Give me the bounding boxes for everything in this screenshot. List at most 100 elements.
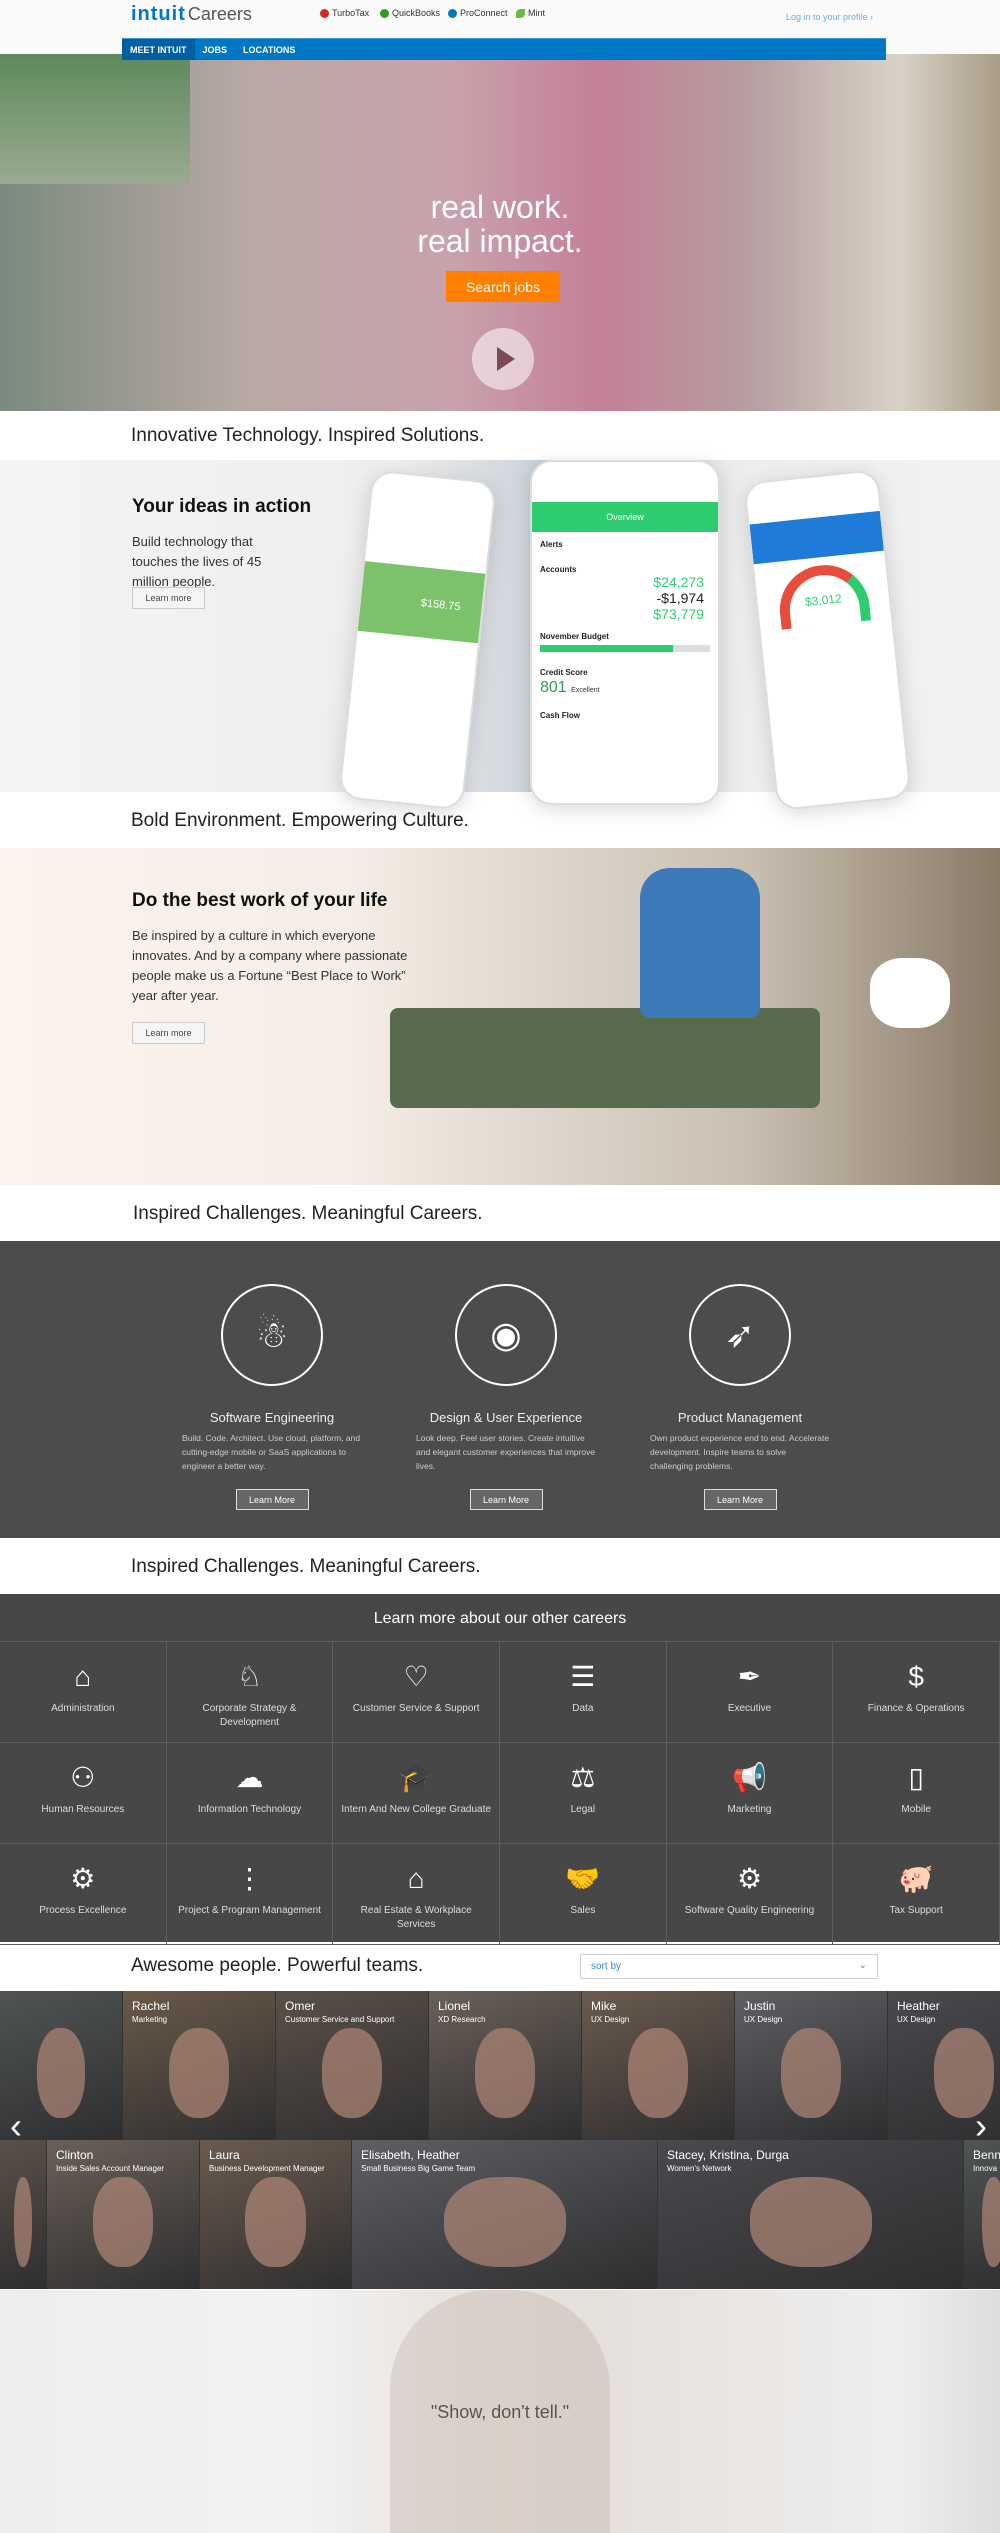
career-cell[interactable]: ♘ Corporate Strategy & Development — [166, 1642, 334, 1743]
person-tile[interactable]: Benn Innova — [964, 2140, 1000, 2289]
career-cell[interactable]: ☁ Information Technology — [166, 1743, 334, 1844]
heart-icon: ♡ — [403, 1661, 429, 1692]
sort-by-placeholder: sort by — [591, 1961, 622, 1972]
brand-mint[interactable]: Mint — [516, 8, 545, 18]
pen-nib-icon: ✒ — [737, 1661, 762, 1692]
person-photo — [92, 2177, 154, 2267]
search-jobs-button[interactable]: Search jobs — [446, 271, 560, 302]
career-cell-label: Customer Service & Support — [352, 1703, 480, 1714]
dollar-cycle-icon: $ — [908, 1661, 924, 1692]
software-engineering-learn-more-button[interactable]: Learn More — [235, 1489, 309, 1510]
career-cell[interactable]: ♡ Customer Service & Support — [333, 1642, 500, 1743]
person-tile[interactable]: Laura Business Development Manager — [200, 2140, 352, 2289]
nav-locations[interactable]: LOCATIONS — [235, 39, 303, 60]
hero-title: real work. real impact. — [0, 190, 1000, 258]
person-name: Mike — [591, 1999, 617, 2013]
section-heading-challenges: Inspired Challenges. Meaningful Careers. — [133, 1203, 483, 1224]
person-name: Laura — [209, 2148, 240, 2162]
ideas-section: Your ideas in action Build technology th… — [0, 460, 1000, 812]
brand-turbotax[interactable]: TurboTax — [320, 8, 369, 18]
featured-careers-section: ☃ Software Engineering Build. Code. Arch… — [0, 1241, 1000, 1538]
people-icon: ⚇ — [70, 1762, 96, 1793]
career-cell[interactable]: ⚖ Legal — [500, 1743, 667, 1844]
brand-quickbooks[interactable]: QuickBooks — [380, 8, 440, 18]
house-icon: ⌂ — [407, 1863, 425, 1894]
chess-knight-icon: ♘ — [236, 1661, 263, 1692]
person-tile[interactable]: Justin UX Design — [735, 1991, 888, 2140]
traffic-light-icon: ⋮ — [235, 1863, 264, 1894]
design-ux-learn-more-button[interactable]: Learn More — [469, 1489, 543, 1510]
career-software-engineering: ☃ Software Engineering Build. Code. Arch… — [162, 1284, 382, 1510]
gears-icon: ⚙ — [70, 1863, 96, 1894]
culture-text: Be inspired by a culture in which everyo… — [132, 928, 408, 1003]
career-cell[interactable]: ▯ Mobile — [833, 1743, 1000, 1844]
mobile-icon: ▯ — [908, 1762, 924, 1793]
career-cell-label: Project & Program Management — [178, 1905, 321, 1916]
phone-header: Overview — [532, 502, 718, 532]
carousel-prev-arrow-icon[interactable]: ‹ — [10, 2105, 22, 2147]
cloud-upload-icon: ☁ — [235, 1762, 264, 1793]
career-cell[interactable]: ⌂ Administration — [0, 1642, 167, 1743]
career-cell[interactable]: ⌂ Real Estate & Workplace Services — [333, 1844, 500, 1945]
career-cell-label: Administration — [51, 1703, 115, 1714]
career-cell[interactable]: ⚙ Software Quality Engineering — [666, 1844, 834, 1945]
person-photo — [13, 2177, 33, 2267]
person-role: Small Business Big Game Team — [361, 2164, 476, 2173]
phone-cash-flow: Cash Flow — [540, 711, 581, 720]
budget-bar — [540, 645, 710, 652]
career-cell[interactable]: ✒ Executive — [666, 1642, 834, 1743]
culture-learn-more-button[interactable]: Learn more — [132, 1022, 205, 1044]
career-cell[interactable]: ⋮ Project & Program Management — [166, 1844, 334, 1945]
person-tile[interactable]: Rachel Marketing — [123, 1991, 276, 2140]
career-cell[interactable]: 🤝 Sales — [500, 1844, 667, 1945]
person-tile[interactable] — [0, 2140, 47, 2289]
other-careers-title: Learn more about our other careers — [373, 1610, 627, 1627]
person-tile[interactable]: Omer Customer Service and Support — [276, 1991, 429, 2140]
person-tile[interactable]: Elisabeth, Heather Small Business Big Gam… — [352, 2140, 658, 2289]
invoice-total: $158.75 — [357, 561, 486, 644]
ideas-learn-more-button[interactable]: Learn more — [132, 587, 205, 609]
section-heading-tech: Innovative Technology. Inspired Solution… — [131, 425, 485, 446]
eye-icon: ◉ — [455, 1284, 557, 1386]
person-role: XD Research — [438, 2015, 486, 2024]
career-cell[interactable]: 📢 Marketing — [666, 1743, 834, 1844]
gavel-icon: ⚖ — [570, 1762, 596, 1793]
hero-photo-background — [0, 54, 190, 184]
play-video-icon[interactable] — [472, 328, 534, 390]
career-cell[interactable]: ⚙ Process Excellence — [0, 1844, 167, 1945]
ideas-title: Your ideas in action — [132, 496, 312, 517]
handshake-icon: 🤝 — [565, 1863, 601, 1894]
career-cell[interactable]: 🎓 Intern And New College Graduate — [333, 1743, 500, 1844]
other-careers-section: Learn more about our other careers ⌂ Admi… — [0, 1594, 1000, 1945]
nav-meet-intuit[interactable]: MEET INTUIT — [122, 39, 195, 60]
career-cell[interactable]: 🐖 Tax Support — [833, 1844, 1000, 1945]
career-title: Software Engineering — [209, 1410, 335, 1425]
megaphone-icon: 📢 — [732, 1762, 767, 1793]
person-tile[interactable]: Stacey, Kristina, Durga Women's Network — [658, 2140, 964, 2289]
person-tile[interactable]: Mike UX Design — [582, 1991, 735, 2140]
login-link[interactable]: Log in to your profile › — [786, 12, 873, 22]
carousel-next-arrow-icon[interactable]: › — [975, 2105, 987, 2147]
nav-jobs[interactable]: JOBS — [195, 39, 236, 60]
intuit-careers-logo[interactable]: intuit Careers — [131, 3, 252, 26]
career-product-management: ➶ Product Management Own product experie… — [630, 1284, 850, 1510]
piggy-bank-icon: 🐖 — [898, 1863, 934, 1894]
section-heading-culture: Bold Environment. Empowering Culture. — [131, 810, 469, 831]
person-name: Justin — [744, 1999, 776, 2013]
person-photo — [474, 2028, 536, 2118]
brand-proconnect[interactable]: ProConnect — [448, 8, 508, 18]
person-role: Inside Sales Account Manager — [56, 2164, 165, 2173]
main-nav: MEET INTUIT JOBS LOCATIONS — [122, 38, 886, 60]
person-name: Omer — [285, 1999, 315, 2013]
person-role: Customer Service and Support — [285, 2015, 395, 2024]
inbox-icon: ⌂ — [74, 1661, 92, 1692]
career-cell[interactable]: ⚇ Human Resources — [0, 1743, 167, 1844]
mint-icon — [516, 8, 525, 18]
credit-score-value: 801 — [540, 679, 567, 696]
person-tile[interactable]: Lionel XD Research — [429, 1991, 582, 2140]
person-tile[interactable]: Clinton Inside Sales Account Manager — [47, 2140, 200, 2289]
product-management-learn-more-button[interactable]: Learn More — [703, 1489, 777, 1510]
sort-by-dropdown[interactable]: sort by ⌄ — [580, 1954, 878, 1979]
career-cell[interactable]: $ Finance & Operations — [833, 1642, 1000, 1743]
career-cell[interactable]: ☰ Data — [500, 1642, 667, 1743]
